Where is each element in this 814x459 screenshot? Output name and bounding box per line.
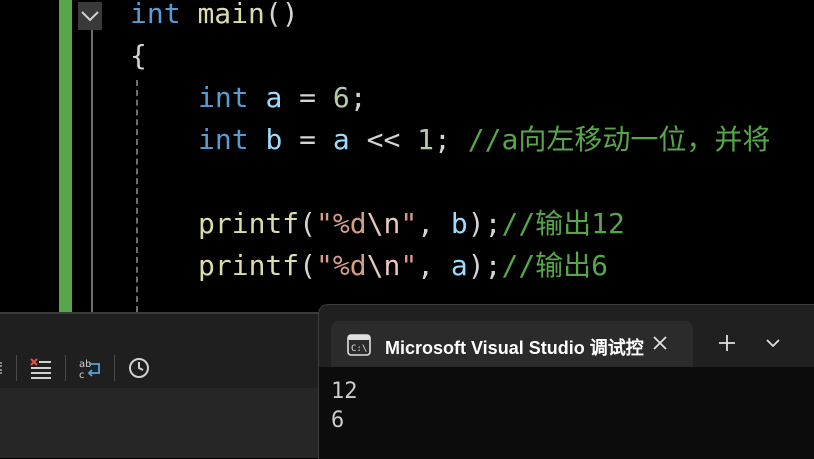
console-tab-title: Microsoft Visual Studio 调试控	[385, 338, 644, 358]
change-indicator-bar	[59, 0, 72, 312]
open-brace: {	[130, 39, 147, 72]
collapse-chevron-icon[interactable]	[78, 2, 102, 30]
toolbar-separator	[114, 355, 115, 381]
string-quote: "	[400, 207, 418, 240]
operator: =	[282, 123, 333, 156]
paren: (	[299, 207, 317, 240]
chevron-down-icon[interactable]	[759, 329, 787, 357]
fold-guide-line	[91, 30, 93, 312]
number-literal: 6	[332, 81, 350, 114]
variable: a	[265, 81, 283, 114]
string-quote: "	[316, 207, 333, 240]
output-content-area	[0, 388, 322, 458]
operator: =	[282, 81, 333, 114]
console-output[interactable]: 12 6	[319, 367, 814, 459]
code-comment: //a向左移动一位，并将	[467, 123, 771, 156]
code-line-6: printf("%d\n", a);//输出6	[198, 250, 608, 282]
close-icon[interactable]	[649, 332, 671, 354]
console-output-line: 6	[331, 408, 345, 433]
code-comment: //输出6	[501, 249, 609, 282]
function-call: printf	[198, 207, 300, 240]
function-name: main	[197, 0, 265, 30]
plus-icon[interactable]	[713, 329, 741, 357]
paren: (	[299, 249, 317, 282]
panel-divider	[0, 312, 322, 314]
string-quote: "	[316, 249, 333, 282]
paren: );	[467, 249, 502, 282]
debug-console-window[interactable]: C:\ Microsoft Visual Studio 调试控 12 6	[318, 304, 814, 459]
keyword: int	[130, 0, 181, 30]
keyword: int	[198, 123, 249, 156]
code-line-5: printf("%d\n", b);//输出12	[198, 208, 625, 240]
escape-sequence: \n	[366, 249, 401, 282]
semicolon: ;	[434, 123, 468, 156]
format-specifier: %d	[332, 249, 367, 282]
format-specifier: %d	[332, 207, 367, 240]
paren: ()	[264, 0, 299, 30]
comma: ,	[417, 249, 451, 282]
code-line-1: int main()	[130, 0, 299, 30]
code-comment: //输出12	[501, 207, 625, 240]
semicolon: ;	[349, 81, 367, 114]
comma: ,	[417, 207, 451, 240]
escape-sequence: \n	[366, 207, 401, 240]
code-editor[interactable]: int main() { int a = 6; int b = a << 1; …	[0, 0, 814, 312]
code-line-3: int a = 6;	[198, 82, 367, 114]
toolbar-separator	[16, 355, 17, 381]
console-tab[interactable]: C:\ Microsoft Visual Studio 调试控	[331, 321, 693, 367]
variable: b	[450, 207, 468, 240]
clock-icon[interactable]	[123, 352, 155, 384]
variable: a	[332, 123, 350, 156]
indent-guide	[136, 80, 138, 312]
output-panel: ab c	[0, 312, 322, 458]
string-quote: "	[400, 249, 418, 282]
code-line-2: {	[130, 40, 147, 72]
variable: b	[265, 123, 283, 156]
clear-all-icon[interactable]	[25, 352, 57, 384]
terminal-icon: C:\	[347, 334, 371, 361]
toolbar-separator	[65, 355, 66, 381]
code-line-4: int b = a << 1; //a向左移动一位，并将	[198, 124, 770, 156]
svg-text:C:\: C:\	[351, 344, 367, 354]
word-wrap-icon[interactable]: ab c	[74, 352, 106, 384]
toolbar-overflow	[0, 362, 8, 374]
output-toolbar: ab c	[0, 348, 322, 388]
number-literal: 1	[417, 123, 435, 156]
function-call: printf	[198, 249, 300, 282]
svg-text:c: c	[79, 370, 85, 380]
paren: );	[467, 207, 502, 240]
console-output-line: 12	[331, 379, 358, 404]
shift-operator: <<	[349, 123, 418, 156]
variable: a	[450, 249, 468, 282]
keyword: int	[198, 81, 249, 114]
